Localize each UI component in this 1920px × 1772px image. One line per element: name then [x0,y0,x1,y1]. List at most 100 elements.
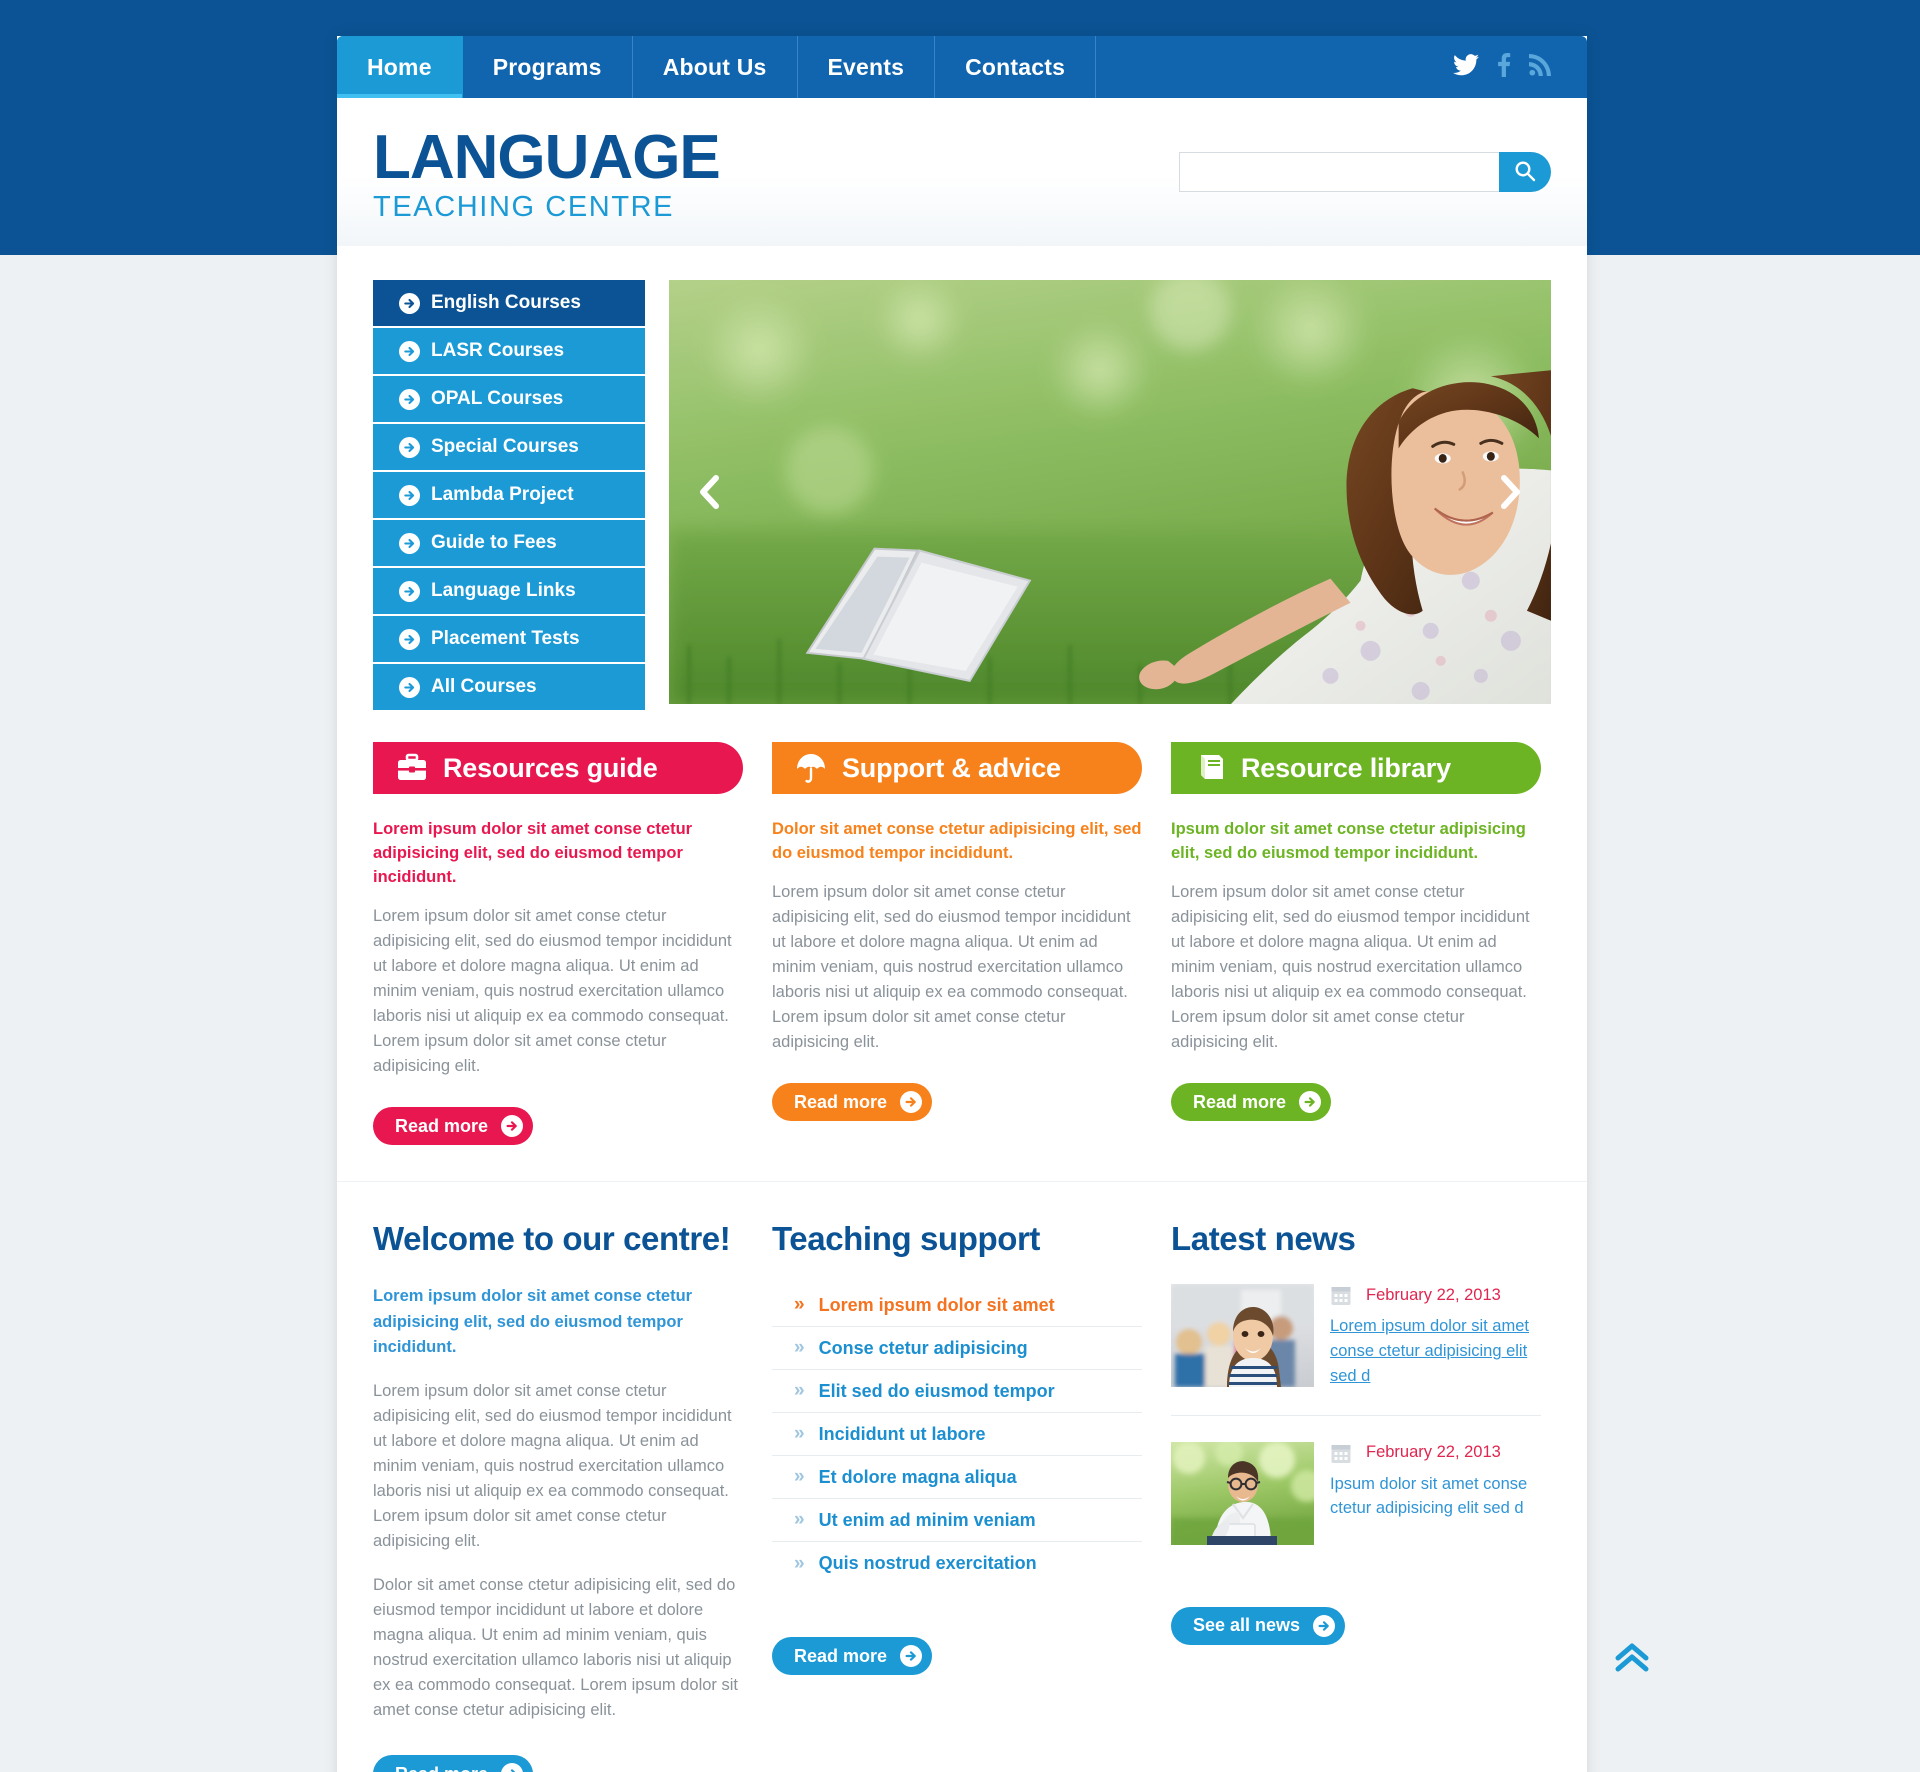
news-item: February 22, 2013 Ipsum dolor sit amet c… [1171,1441,1541,1571]
sidebar-item-placement-tests[interactable]: Placement Tests [373,616,645,662]
main-content: English Courses LASR Courses OPAL Course… [337,246,1587,1146]
sidebar-item-opal-courses[interactable]: OPAL Courses [373,376,645,422]
sidebar-item-english-courses[interactable]: English Courses [373,280,645,326]
chevron-left-icon [700,475,719,509]
divider [1171,1414,1541,1416]
read-more-button-library[interactable]: Read more [1171,1083,1332,1122]
arrow-circle-icon [501,1763,523,1772]
welcome-lead: Lorem ipsum dolor sit amet conse ctetur … [373,1287,693,1357]
news-meta: February 22, 2013 Lorem ipsum dolor sit … [1330,1284,1541,1388]
feature-lead: Lorem ipsum dolor sit amet conse ctetur … [373,820,693,886]
slider-next-button[interactable] [1491,472,1531,512]
news-link[interactable]: Lorem ipsum dolor sit amet conse ctetur … [1330,1314,1541,1388]
news-thumbnail[interactable] [1171,1284,1314,1388]
list-item[interactable]: » Quis nostrud exercitation [772,1542,1142,1585]
search-input[interactable] [1179,152,1499,192]
feature-title: Resource library [1241,752,1451,783]
nav-item-programs[interactable]: Programs [463,36,633,98]
feature-header[interactable]: Resources guide [373,742,743,794]
book-icon [1193,751,1227,785]
page-root: Home Programs About Us Events Contacts L… [0,0,1920,1772]
teaching-support-column: Teaching support » Lorem ipsum dolor sit… [772,1220,1142,1772]
site-logo[interactable]: LANGUAGE TEACHING CENTRE [373,120,721,224]
sidebar-item-label: Lambda Project [431,484,574,505]
news-thumbnail[interactable] [1171,1441,1314,1545]
button-label: Read more [395,1764,488,1772]
news-date: February 22, 2013 [1366,1285,1501,1304]
logo-primary-text: LANGUAGE [373,122,721,192]
arrow-circle-icon [399,580,420,602]
logo-secondary-text: TEACHING CENTRE [373,190,675,223]
welcome-title: Welcome to our centre! [373,1220,731,1258]
hero-row: English Courses LASR Courses OPAL Course… [373,280,1551,712]
arrow-circle-icon [1299,1091,1322,1114]
arrow-circle-icon [399,436,420,458]
chevron-right-icon [1501,475,1520,509]
lower-content: Welcome to our centre! Lorem ipsum dolor… [337,1181,1587,1772]
list-item[interactable]: » Lorem ipsum dolor sit amet [772,1284,1142,1328]
feature-header[interactable]: Resource library [1171,742,1541,794]
sidebar-item-lambda-project[interactable]: Lambda Project [373,472,645,518]
sidebar-item-guide-to-fees[interactable]: Guide to Fees [373,520,645,566]
sidebar-item-label: LASR Courses [431,340,565,361]
facebook-icon[interactable] [1497,52,1511,82]
sidebar-item-all-courses[interactable]: All Courses [373,664,645,710]
list-item-label: Elit sed do eiusmod tempor [818,1380,1055,1401]
news-link[interactable]: Ipsum dolor sit amet conse ctetur adipis… [1330,1472,1541,1522]
arrow-circle-icon [399,388,420,410]
rss-icon[interactable] [1529,53,1551,81]
arrow-circle-icon [900,1091,923,1114]
sidebar-item-label: Guide to Fees [431,532,557,553]
chevron-double-up-icon [1615,1643,1649,1672]
chevron-double-right-icon: » [794,1380,805,1402]
nav-item-home[interactable]: Home [337,36,463,98]
nav-item-label: Programs [492,53,602,80]
news-date: February 22, 2013 [1366,1443,1501,1462]
arrow-circle-icon [399,628,420,650]
sidebar-item-special-courses[interactable]: Special Courses [373,424,645,470]
see-all-news-button[interactable]: See all news [1171,1606,1346,1645]
main-navigation: Home Programs About Us Events Contacts [337,36,1587,98]
search-button[interactable] [1499,152,1551,192]
sidebar-item-lasr-courses[interactable]: LASR Courses [373,328,645,374]
list-item[interactable]: » Ut enim ad minim veniam [772,1499,1142,1543]
nav-item-contacts[interactable]: Contacts [935,36,1097,98]
chevron-double-right-icon: » [794,1423,805,1445]
nav-item-label: Contacts [965,53,1066,80]
chevron-double-right-icon: » [794,1466,805,1488]
list-item[interactable]: » Conse ctetur adipisicing [772,1327,1142,1371]
list-item[interactable]: » Incididunt ut labore [772,1413,1142,1457]
sidebar-item-language-links[interactable]: Language Links [373,568,645,614]
calendar-icon [1330,1284,1352,1306]
chevron-double-right-icon: » [794,1337,805,1359]
nav-item-events[interactable]: Events [798,36,936,98]
list-item-label: Ut enim ad minim veniam [818,1509,1036,1530]
news-thumbnail-image [1171,1284,1314,1388]
button-label: Read more [1193,1091,1287,1112]
slider-prev-button[interactable] [689,472,729,512]
nav-item-about-us[interactable]: About Us [633,36,798,98]
calendar-icon [1330,1442,1352,1464]
news-thumbnail-image [1171,1441,1314,1545]
list-item[interactable]: » Et dolore magna aliqua [772,1456,1142,1500]
feature-columns: Resources guide Lorem ipsum dolor sit am… [373,712,1551,1146]
arrow-circle-icon [399,532,420,554]
teaching-support-list: » Lorem ipsum dolor sit amet » Conse cte… [772,1284,1142,1585]
feature-support-advice: Support & advice Dolor sit amet conse ct… [772,742,1142,1145]
list-item-label: Et dolore magna aliqua [818,1466,1017,1487]
list-item-label: Incididunt ut labore [818,1423,986,1444]
feature-title: Resources guide [443,752,658,783]
read-more-button-support[interactable]: Read more [772,1083,933,1122]
feature-header[interactable]: Support & advice [772,742,1142,794]
read-more-button-teaching-support[interactable]: Read more [772,1637,933,1676]
feature-lead: Ipsum dolor sit amet conse ctetur adipis… [1171,820,1526,862]
read-more-button-welcome[interactable]: Read more [373,1755,534,1772]
read-more-button-resources[interactable]: Read more [373,1107,534,1146]
button-label: Read more [794,1091,888,1112]
list-item-label: Quis nostrud exercitation [818,1553,1037,1574]
list-item[interactable]: » Elit sed do eiusmod tempor [772,1370,1142,1414]
hero-slider [669,280,1551,704]
button-label: Read more [395,1115,489,1136]
twitter-icon[interactable] [1453,53,1479,81]
